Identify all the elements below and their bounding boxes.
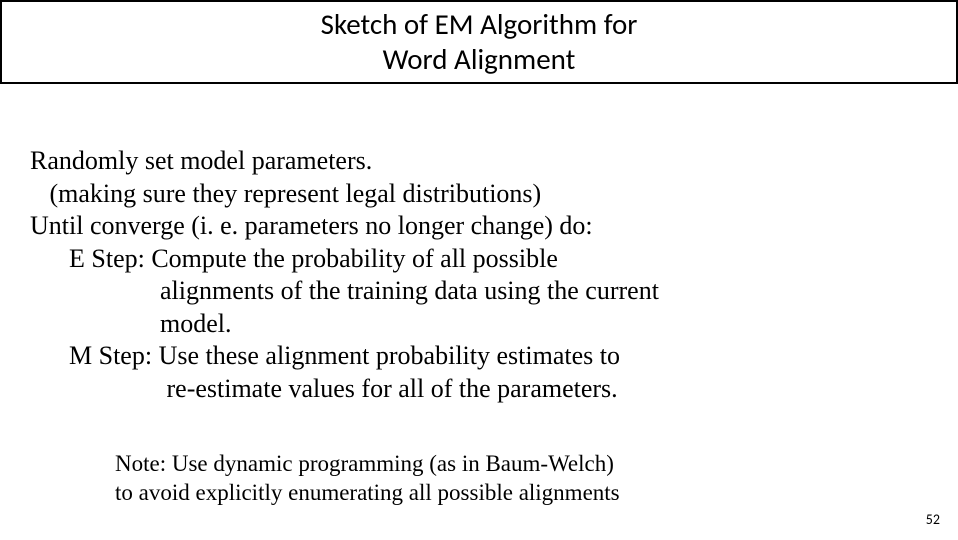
body-line: M Step: Use these alignment probability … — [30, 340, 930, 373]
note-line: to avoid explicitly enumerating all poss… — [115, 479, 875, 508]
body-line: alignments of the training data using th… — [30, 275, 930, 308]
title-line-2: Word Alignment — [321, 42, 638, 77]
body-line: model. — [30, 308, 930, 341]
slide: Sketch of EM Algorithm for Word Alignmen… — [0, 0, 958, 540]
page-number: 52 — [926, 511, 940, 528]
slide-title: Sketch of EM Algorithm for Word Alignmen… — [0, 0, 958, 84]
body-line: Until converge (i. e. parameters no long… — [30, 210, 930, 243]
note-line: Note: Use dynamic programming (as in Bau… — [115, 450, 875, 479]
body-line: (making sure they represent legal distri… — [30, 178, 930, 211]
title-line-1: Sketch of EM Algorithm for — [321, 7, 638, 42]
slide-note: Note: Use dynamic programming (as in Bau… — [115, 450, 875, 508]
body-line: E Step: Compute the probability of all p… — [30, 243, 930, 276]
body-line: re-estimate values for all of the parame… — [30, 373, 930, 406]
slide-body: Randomly set model parameters. (making s… — [30, 145, 930, 405]
body-line: Randomly set model parameters. — [30, 145, 930, 178]
slide-title-text: Sketch of EM Algorithm for Word Alignmen… — [321, 7, 638, 77]
